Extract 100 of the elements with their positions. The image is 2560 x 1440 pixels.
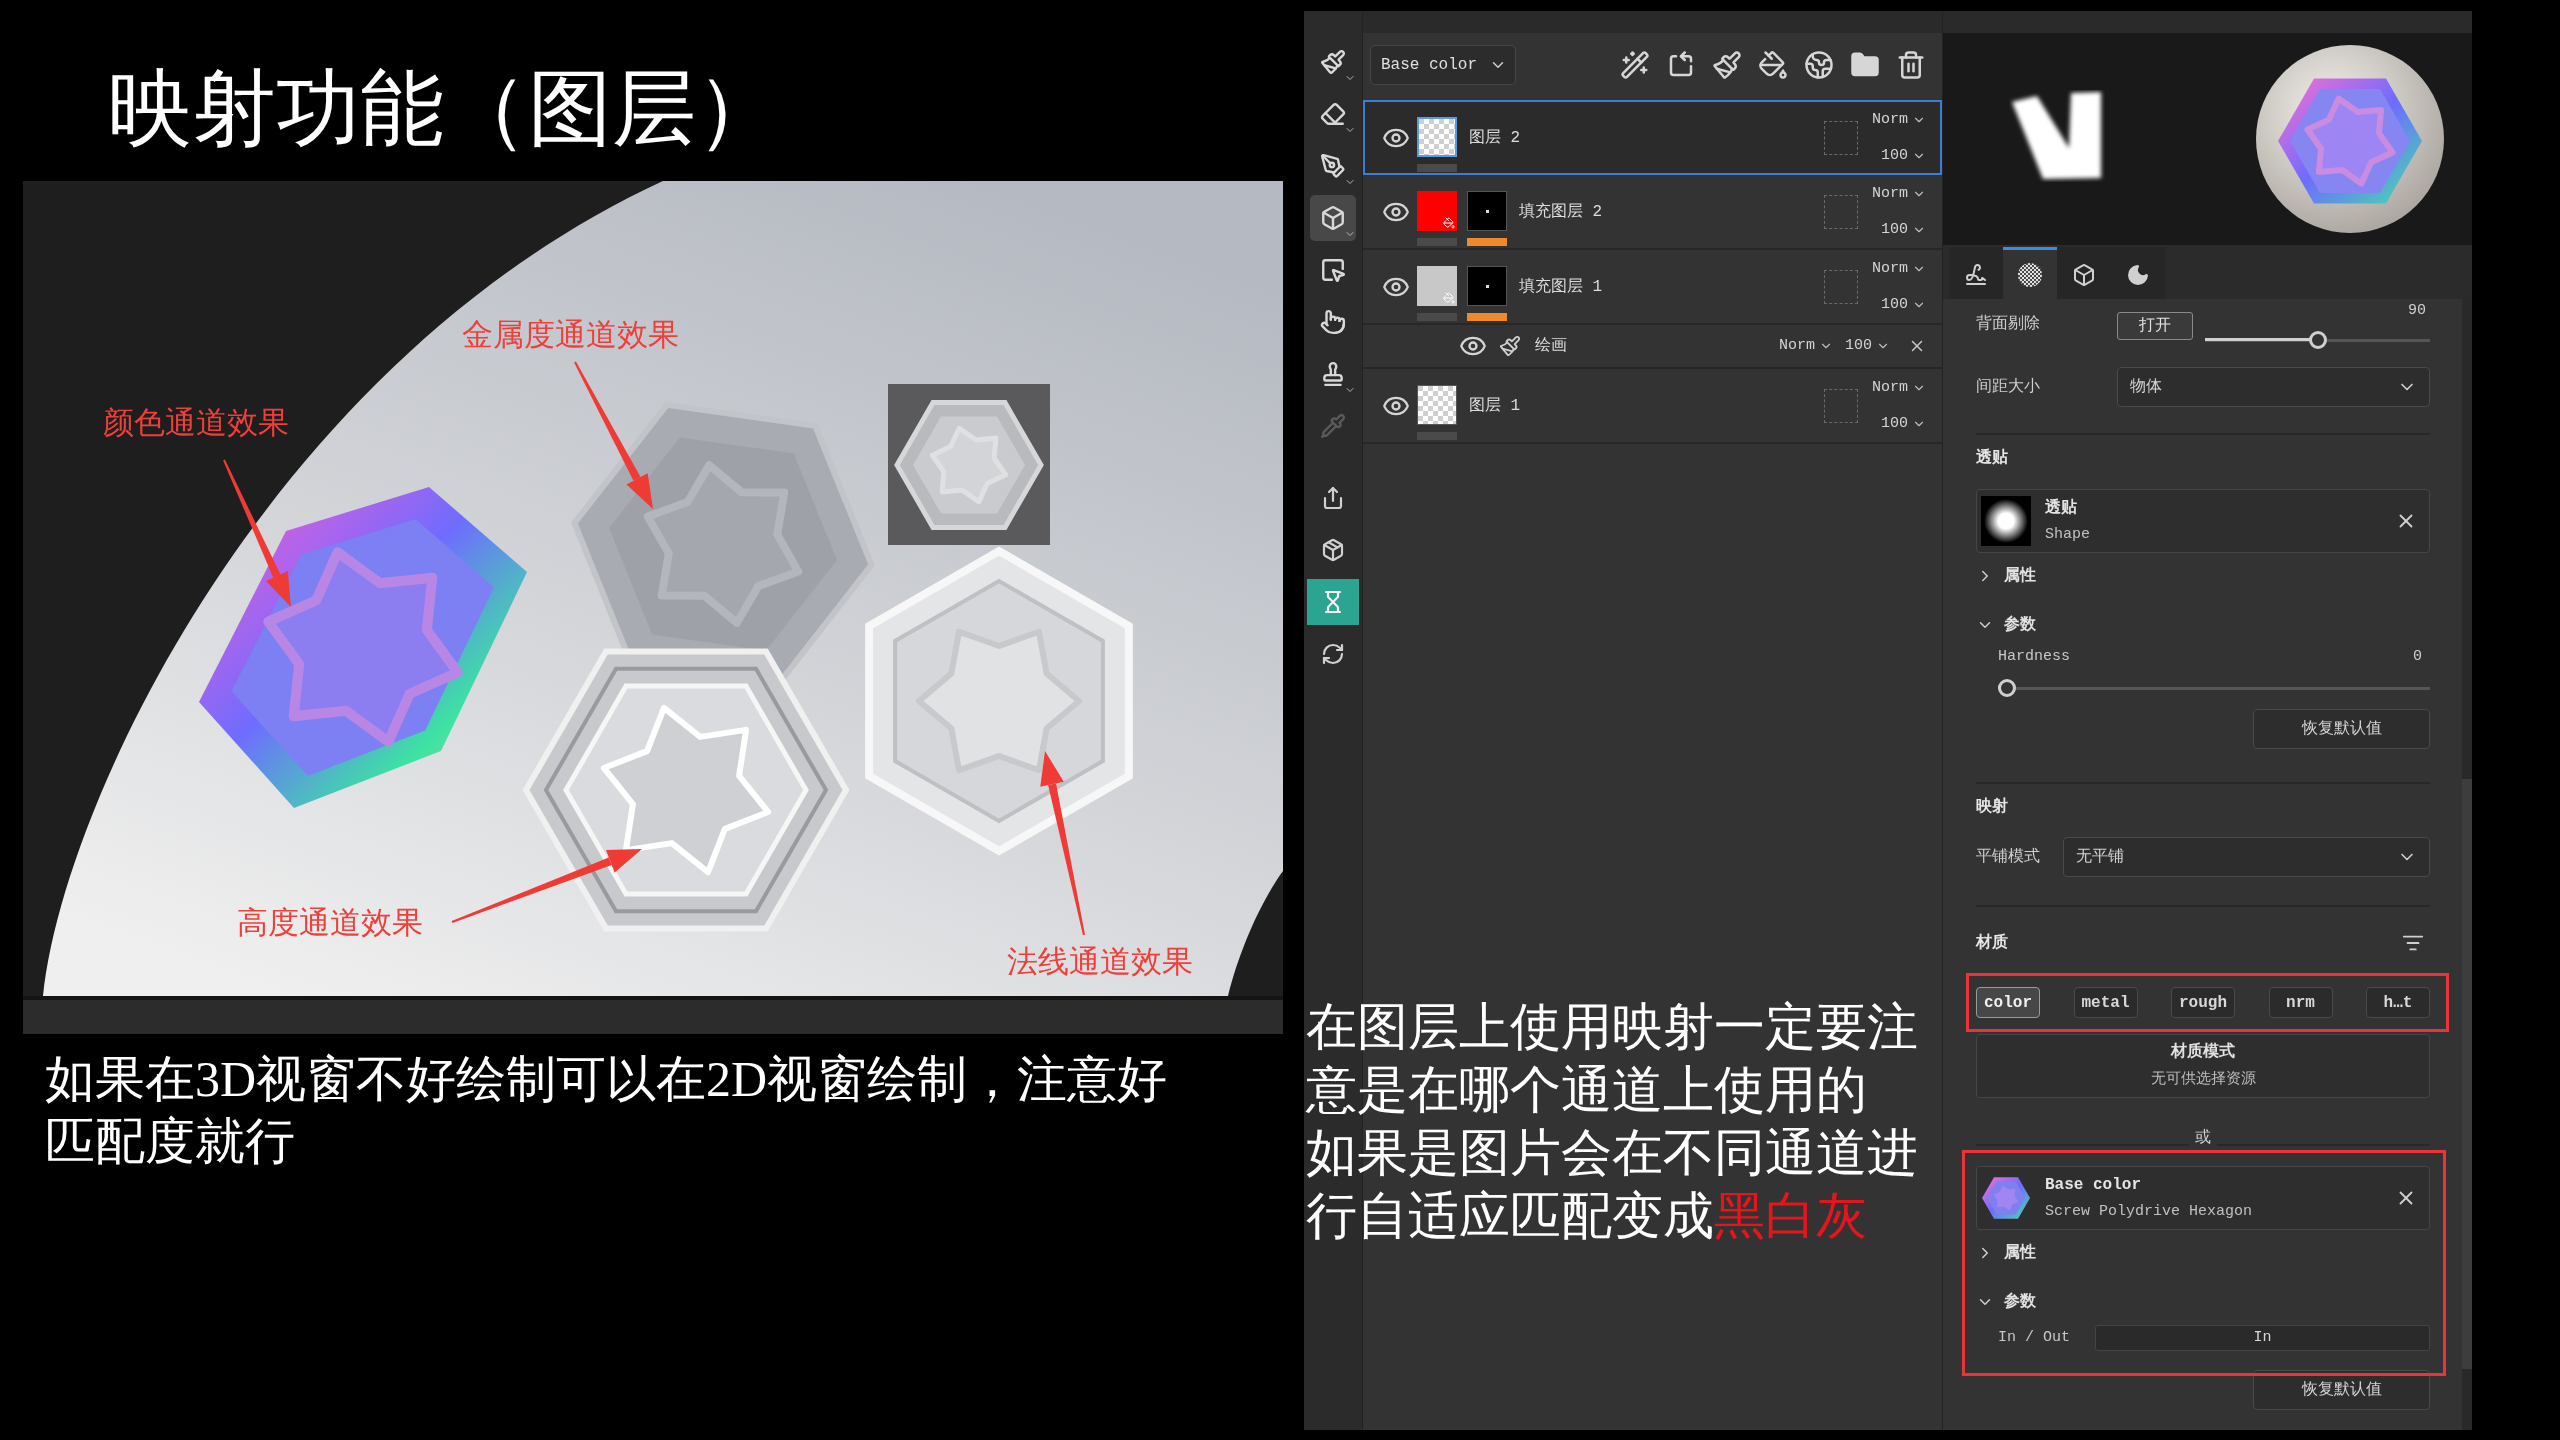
- parameter-reading: 0: [2413, 646, 2422, 667]
- opacity-dropdown[interactable]: 100: [1881, 413, 1926, 434]
- parameter-label: In / Out: [1998, 1327, 2071, 1348]
- properties-tab[interactable]: [2003, 247, 2057, 299]
- slider-thumb[interactable]: [2308, 331, 2327, 349]
- field-label: 平铺模式: [1976, 847, 2041, 868]
- tiling-dropdown[interactable]: 无平铺: [2063, 837, 2430, 877]
- channel-button[interactable]: color: [1976, 987, 2040, 1018]
- reset-button[interactable]: 恢复默认值: [2253, 1370, 2430, 1410]
- resource-card[interactable]: Base color Screw Polydrive Hexagon: [1976, 1166, 2430, 1230]
- annotation-label: 颜色通道效果: [103, 404, 289, 442]
- opacity-dropdown[interactable]: 100: [1881, 145, 1926, 166]
- channel-button[interactable]: h…t: [2366, 987, 2430, 1018]
- blend-mode-dropdown[interactable]: Norm: [1872, 109, 1926, 130]
- blend-mode-dropdown[interactable]: Norm: [1872, 377, 1926, 398]
- layer-name: 图层 2: [1469, 127, 1521, 149]
- section-title: 材质: [1976, 932, 2008, 954]
- caption-text: 如果在3D视窗不好绘制可以在2D视窗绘制，注意好匹配度就行: [45, 1050, 1169, 1171]
- resource-subtitle: Screw Polydrive Hexagon: [2045, 1203, 2253, 1221]
- cube-icon: [2072, 262, 2096, 287]
- stamp-icon: [1320, 361, 1346, 387]
- magic-wand-icon[interactable]: [1620, 50, 1650, 80]
- moon-icon: [2126, 262, 2150, 287]
- field-label: 背面剔除: [1976, 313, 2041, 335]
- dashed-placeholder-icon: [1824, 269, 1858, 304]
- annotation-label: 法线通道效果: [1007, 943, 1193, 981]
- signature-icon: [1964, 262, 1988, 287]
- slider-reading: 90: [2408, 301, 2427, 321]
- value-field[interactable]: In: [2095, 1325, 2430, 1351]
- paintbrush-icon: [1499, 335, 1521, 357]
- blend-mode-dropdown[interactable]: Norm: [1778, 334, 1833, 358]
- trash-icon[interactable]: [1896, 50, 1926, 80]
- square-cursor-icon: [1320, 257, 1346, 283]
- dashed-placeholder-icon: [1824, 120, 1858, 155]
- scrollbar-thumb[interactable]: [2462, 779, 2472, 1369]
- paint-bucket-icon: [1443, 292, 1455, 304]
- section-title: 映射: [1976, 796, 2009, 818]
- transparent-thumbnail: [1417, 117, 1457, 157]
- group-label[interactable]: 属性: [2004, 564, 2036, 588]
- pointing-hand-icon: [1320, 309, 1346, 335]
- reset-button[interactable]: 恢复默认值: [2253, 709, 2430, 749]
- paintbrush-icon[interactable]: [1712, 50, 1742, 80]
- resource-title: 透贴: [2045, 498, 2078, 518]
- opacity-dropdown[interactable]: 100: [1845, 334, 1890, 358]
- layer-name: 填充图层 2: [1519, 201, 1603, 223]
- mask-indicator-bar: [1467, 238, 1507, 246]
- properties-tab[interactable]: [2057, 247, 2111, 299]
- paint-bucket-icon[interactable]: [1758, 50, 1788, 80]
- channel-dropdown[interactable]: Base color: [1370, 45, 1516, 85]
- parameter-label: Hardness: [1998, 646, 2070, 667]
- tool-button[interactable]: [1310, 195, 1356, 241]
- annotation-label: 高度通道效果: [237, 904, 423, 942]
- channel-button[interactable]: nrm: [2268, 987, 2333, 1018]
- resource-title: Base color: [2045, 1175, 2142, 1195]
- note-paragraph: 如果是图片会在不同通道进行自适应匹配变成黑白灰: [1306, 1124, 1919, 1246]
- dashed-placeholder-icon: [1824, 194, 1858, 229]
- card-title: 材质模式: [2171, 1042, 2235, 1062]
- effect-name: 绘画: [1535, 336, 1567, 357]
- annotation-label: 金属度通道效果: [462, 316, 679, 354]
- opacity-dropdown[interactable]: 100: [1881, 219, 1926, 240]
- group-label[interactable]: 参数: [2004, 1290, 2036, 1314]
- dashed-placeholder-icon: [1824, 388, 1858, 423]
- blend-mode-dropdown[interactable]: Norm: [1872, 258, 1926, 279]
- refresh-icon: [1321, 642, 1345, 666]
- resource-card[interactable]: 透贴 Shape: [1976, 489, 2430, 553]
- globe-icon[interactable]: [1804, 50, 1834, 80]
- thumbnail-underline: [1417, 164, 1457, 172]
- pipette-icon: [1320, 413, 1346, 439]
- checkered-circle-icon: [2018, 262, 2042, 287]
- properties-tab[interactable]: [1949, 247, 2003, 299]
- channel-button[interactable]: rough: [2171, 987, 2235, 1018]
- share-icon: [1321, 486, 1345, 510]
- package-icon: [1321, 538, 1345, 562]
- layer-name: 填充图层 1: [1519, 276, 1603, 298]
- blend-mode-dropdown[interactable]: Norm: [1872, 183, 1926, 204]
- toggle-button[interactable]: 打开: [2117, 312, 2193, 340]
- pen-nib-icon: [1320, 153, 1346, 179]
- slide-title: 映射功能（图层）: [108, 60, 780, 157]
- channel-button[interactable]: metal: [2073, 987, 2138, 1018]
- field-label: 间距大小: [1976, 377, 2041, 398]
- soft-circle-thumbnail: [1981, 496, 2031, 546]
- spacing-dropdown[interactable]: 物体: [2117, 367, 2430, 407]
- mask-indicator-bar: [1467, 313, 1507, 321]
- eraser-icon: [1320, 101, 1346, 127]
- transparent-thumbnail: [1417, 385, 1457, 425]
- properties-tab[interactable]: [2111, 247, 2165, 299]
- layer-name: 图层 1: [1469, 395, 1521, 417]
- section-title: 透贴: [1976, 447, 2009, 469]
- group-label[interactable]: 属性: [2004, 1241, 2036, 1265]
- resource-subtitle: Shape: [2045, 526, 2090, 544]
- cube-icon: [1320, 205, 1346, 231]
- slider-thumb[interactable]: [1998, 679, 2016, 697]
- layer-row[interactable]: 图层 2 Norm 100: [1363, 100, 1942, 175]
- opacity-dropdown[interactable]: 100: [1881, 294, 1926, 315]
- note-paragraph: 在图层上使用映射一定要注意是在哪个通道上使用的: [1306, 998, 1919, 1120]
- card-text: 无可供选择资源: [2150, 1070, 2256, 1090]
- panel-toggle-button[interactable]: [1307, 579, 1359, 625]
- paintbrush-icon: [1320, 49, 1346, 75]
- group-label[interactable]: 参数: [2004, 613, 2036, 637]
- paint-bucket-icon: [1443, 217, 1455, 229]
